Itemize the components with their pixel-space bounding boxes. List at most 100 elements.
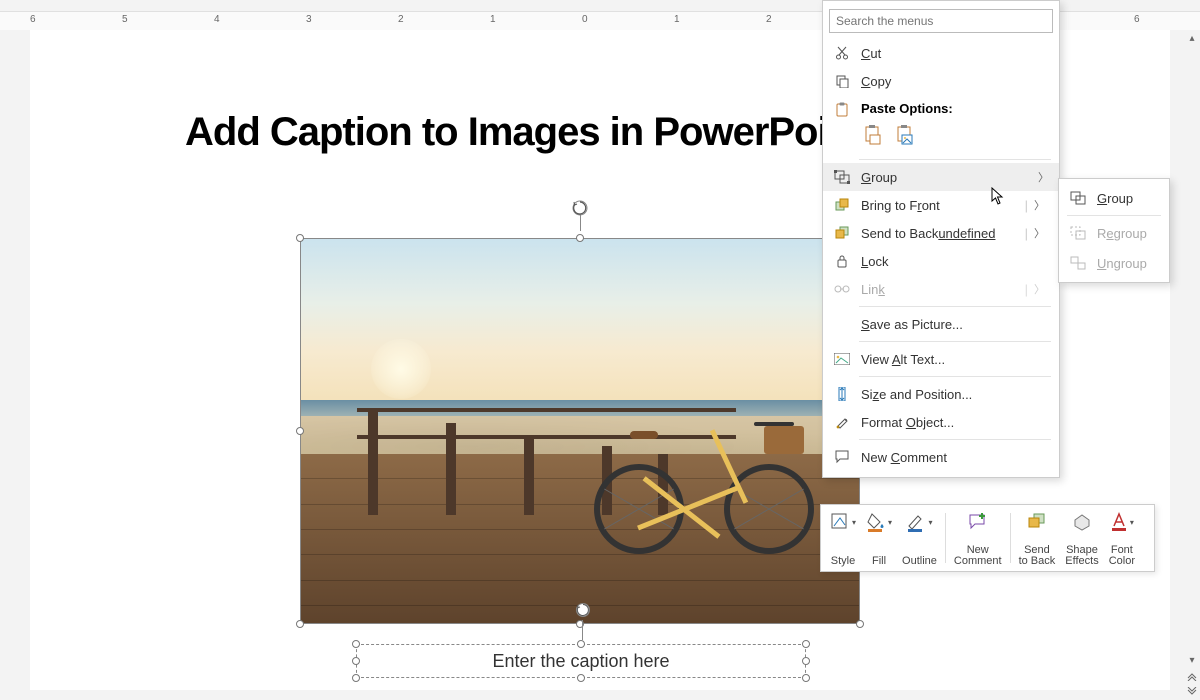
style-icon (830, 512, 850, 532)
ruler-mark: 6 (30, 14, 36, 25)
mini-label: Shape Effects (1065, 545, 1098, 567)
ruler-mark: 2 (766, 14, 772, 25)
paste-use-destination-theme[interactable] (861, 122, 885, 148)
menu-group[interactable]: Group {"p":"context_menu.group","u":0} 〉 (823, 163, 1059, 191)
submenu-ungroup: Ungroup {"p":"submenu.ungroup","u":0} (1059, 248, 1169, 278)
resize-handle-br[interactable] (856, 620, 864, 628)
split-button-divider: |〉 (1025, 281, 1049, 297)
menu-label: New Comment (861, 450, 947, 465)
ruler-mark: 1 (674, 14, 680, 25)
caption-rotate-handle[interactable] (575, 602, 591, 618)
split-button-divider[interactable]: |〉 (1025, 225, 1049, 241)
resize-handle-bl[interactable] (352, 674, 360, 682)
resize-handle-ml[interactable] (296, 427, 304, 435)
caption-textbox[interactable]: Enter the caption here (356, 644, 806, 678)
menu-view-alt-text[interactable]: View Alt Text... {"p":"context_menu.alt_… (823, 345, 1059, 373)
caption-rotate-connector (582, 620, 583, 640)
scroll-down-icon[interactable]: ▾ (1184, 652, 1200, 668)
menu-label: Regroup (1097, 226, 1147, 241)
mini-label: Fill (872, 556, 886, 567)
cut-icon (833, 44, 851, 62)
group-icon (833, 168, 851, 186)
mini-font-color[interactable]: ▾ Font Color (1104, 507, 1140, 569)
resize-handle-bl[interactable] (296, 620, 304, 628)
menu-link: Link {"p":"context_menu.link","u":3} |〉 (823, 275, 1059, 303)
submenu-regroup: Regroup {"p":"submenu.regroup","u":1} (1059, 218, 1169, 248)
mini-style[interactable]: ▾ Style (825, 507, 861, 569)
paste-picture[interactable] (893, 122, 917, 148)
mini-label: Style (831, 556, 855, 567)
menu-save-as-picture[interactable]: Save as Picture... {"p":"context_menu.sa… (823, 310, 1059, 338)
mini-label: New Comment (954, 545, 1002, 567)
vertical-scrollbar[interactable]: ▴ ▾ (1184, 30, 1200, 700)
mini-fill[interactable]: ▾ Fill (861, 507, 897, 569)
ruler-mark: 1 (490, 14, 496, 25)
menu-label: Cut (861, 46, 881, 61)
menu-search-input[interactable] (829, 9, 1053, 33)
menu-lock[interactable]: Lock {"p":"context_menu.lock","u":0} (823, 247, 1059, 275)
menu-copy[interactable]: Copy {"p":"context_menu.copy","u":0} (823, 67, 1059, 95)
menu-label: Lock (861, 254, 888, 269)
resize-handle-tl[interactable] (296, 234, 304, 242)
resize-handle-tm[interactable] (577, 640, 585, 648)
dropdown-icon: ▾ (1130, 518, 1134, 527)
paste-options-row (823, 120, 1059, 156)
ungroup-icon (1069, 254, 1087, 272)
mini-send-to-back[interactable]: Send to Back (1014, 507, 1061, 569)
menu-size-and-position[interactable]: Size and Position... {"p":"context_menu.… (823, 380, 1059, 408)
group-submenu: Group {"p":"submenu.group","u":0} Regrou… (1058, 178, 1170, 283)
selected-image[interactable] (300, 238, 860, 624)
dropdown-icon: ▾ (852, 518, 856, 527)
resize-handle-tm[interactable] (576, 234, 584, 242)
submenu-group[interactable]: Group {"p":"submenu.group","u":0} (1059, 183, 1169, 213)
submenu-arrow-icon: 〉 (1038, 169, 1049, 185)
fill-icon (866, 512, 886, 532)
ruler-mark: 2 (398, 14, 404, 25)
mini-shape-effects[interactable]: Shape Effects (1060, 507, 1103, 569)
regroup-icon (1069, 224, 1087, 242)
mini-new-comment[interactable]: New Comment (949, 507, 1007, 569)
format-object-icon (833, 413, 851, 431)
rotate-handle[interactable] (571, 199, 589, 217)
image-content (301, 239, 859, 623)
menu-label: Save as Picture... (861, 317, 963, 332)
menu-format-object[interactable]: Format Object... {"p":"context_menu.form… (823, 408, 1059, 436)
comment-icon (833, 448, 851, 466)
menu-new-comment[interactable]: New Comment {"p":"context_menu.new_comme… (823, 443, 1059, 471)
ruler-mark: 4 (214, 14, 220, 25)
menu-label: Copy (861, 74, 891, 89)
menu-label: View Alt Text... (861, 352, 945, 367)
menu-bring-to-front[interactable]: Bring to Front {"p":"context_menu.bring_… (823, 191, 1059, 219)
resize-handle-ml[interactable] (352, 657, 360, 665)
ruler-mark: 0 (582, 14, 588, 25)
mini-outline[interactable]: ▾ Outline (897, 507, 942, 569)
send-back-icon (1027, 512, 1047, 532)
send-back-icon (833, 224, 851, 242)
menu-cut[interactable]: Cut {"p":"context_menu.cut","u":0} (823, 39, 1059, 67)
ruler-mark: 3 (306, 14, 312, 25)
resize-handle-br[interactable] (802, 674, 810, 682)
slide-title[interactable]: Add Caption to Images in PowerPoint (185, 110, 863, 155)
paste-icon (833, 101, 851, 119)
split-button-divider[interactable]: |〉 (1025, 197, 1049, 213)
context-menu: Cut {"p":"context_menu.cut","u":0} Copy … (822, 0, 1060, 478)
mini-toolbar: ▾ Style ▾ Fill ▾ Outline New Comment Sen… (820, 504, 1155, 572)
bring-front-icon (833, 196, 851, 214)
next-slide-icon[interactable] (1184, 684, 1200, 700)
resize-handle-mr[interactable] (802, 657, 810, 665)
size-position-icon (833, 385, 851, 403)
menu-send-to-back[interactable]: Send to Backundefined {"p":"context_menu… (823, 219, 1059, 247)
prev-slide-icon[interactable] (1184, 668, 1200, 684)
scroll-up-icon[interactable]: ▴ (1184, 30, 1200, 46)
resize-handle-bm[interactable] (577, 674, 585, 682)
resize-handle-tl[interactable] (352, 640, 360, 648)
alt-text-icon (833, 350, 851, 368)
menu-label: Format Object... (861, 415, 954, 430)
menu-label: Group (1097, 191, 1133, 206)
link-icon (833, 280, 851, 298)
copy-icon (833, 72, 851, 90)
menu-label: Send to Backundefined (861, 226, 995, 241)
outline-icon (906, 512, 926, 532)
group-icon (1069, 189, 1087, 207)
resize-handle-tr[interactable] (802, 640, 810, 648)
